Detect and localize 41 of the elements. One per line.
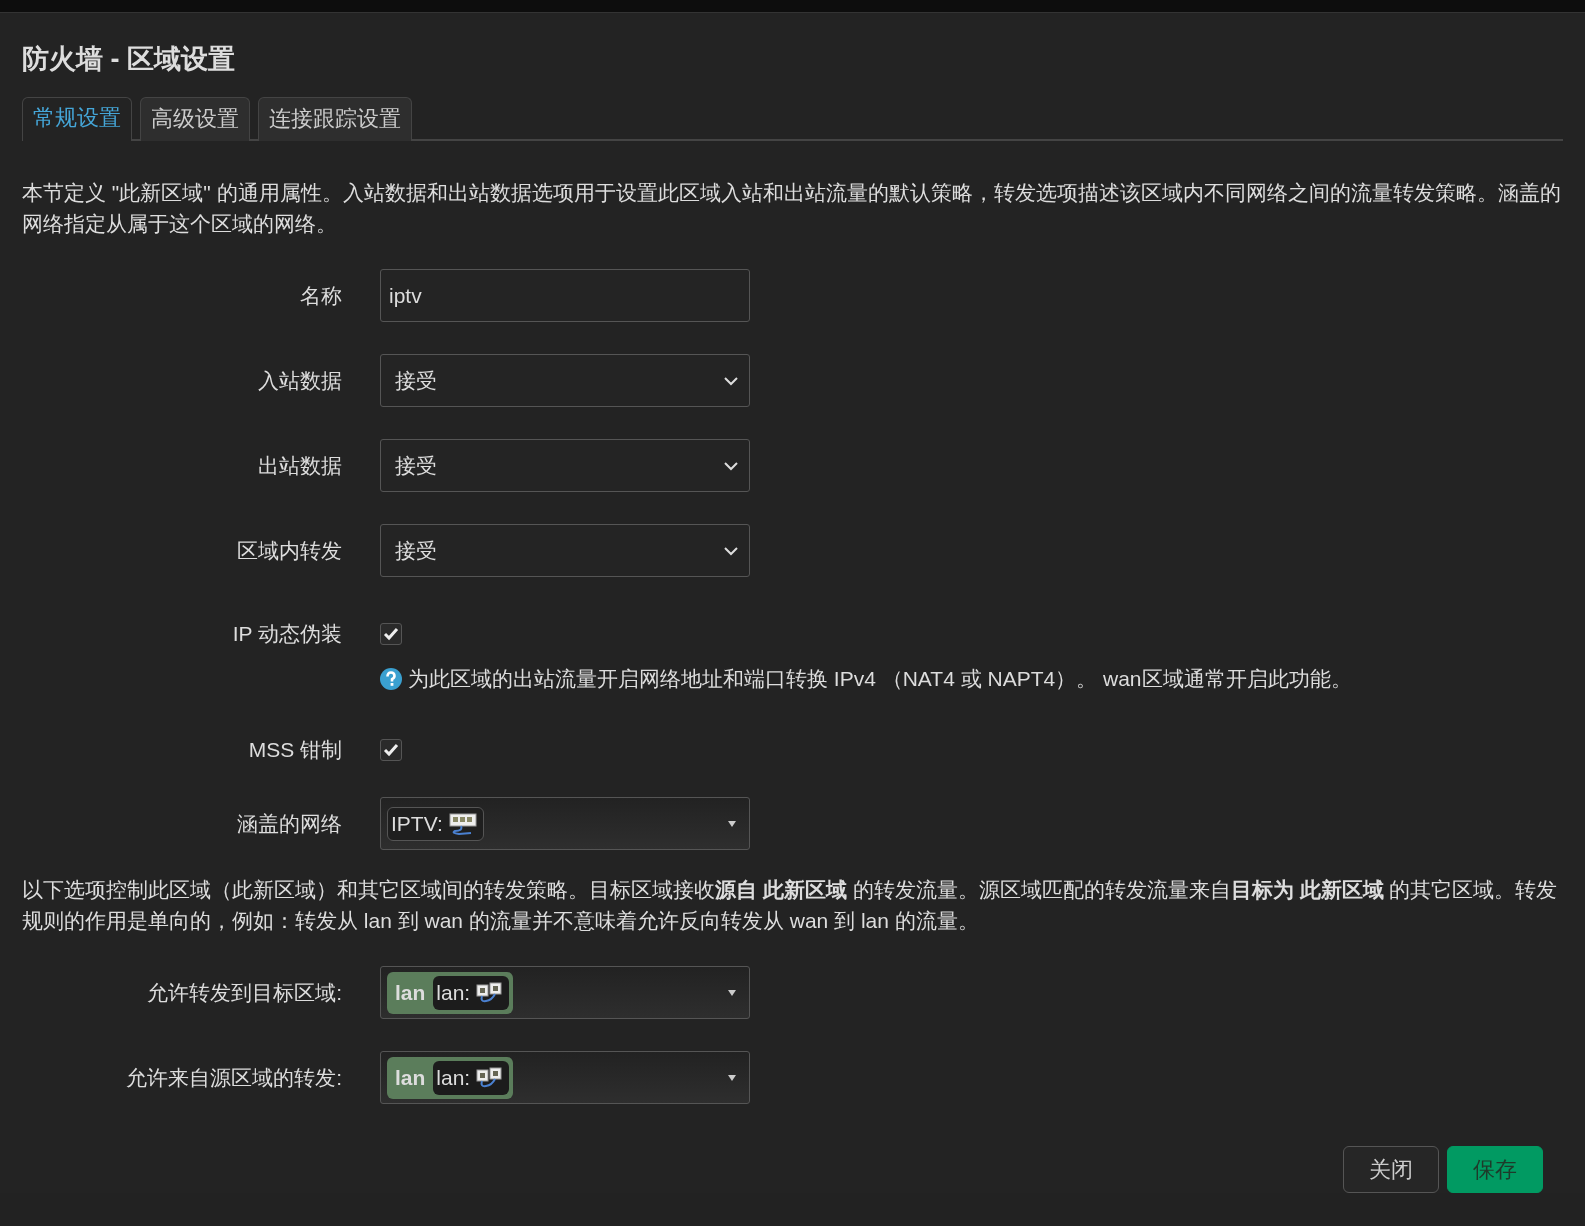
zone-name: lan: [395, 980, 426, 1005]
network-name: lan:: [436, 1065, 471, 1090]
network-ports-icon: [476, 981, 504, 1004]
field-label: IP 动态伪装: [231, 621, 342, 647]
section-description: 本节定义 "此新区域" 的通用属性。入站数据和出站数据选项用于设置此区域入站和出站流量的默认策略，转发选项描述该区域内不同网络之间的流量转发策略。涵盖的网络指定从属于这个区域的网络。: [22, 180, 1562, 237]
zone-dropdown[interactable]: lan lan:: [380, 1051, 750, 1104]
dropdown-arrow-icon: [727, 818, 737, 829]
tab[interactable]: 连接跟踪设置: [258, 97, 412, 141]
field-label: 出站数据: [257, 453, 342, 479]
close-button[interactable]: 关闭: [1343, 1146, 1439, 1193]
field-label: 涵盖的网络: [236, 811, 342, 837]
checkbox[interactable]: [380, 623, 402, 645]
network-name: lan:: [436, 980, 471, 1005]
field-label: 允许来自源区域的转发:: [125, 1065, 342, 1091]
field-label: 区域内转发: [236, 538, 342, 564]
help-icon: [380, 668, 402, 690]
chevron-down-icon: [723, 375, 739, 386]
dropdown-arrow-icon: [727, 1072, 737, 1083]
network-name: IPTV:: [391, 811, 443, 836]
help-text: 为此区域的出站流量开启网络地址和端口转换 IPv4 （NAT4 或 NAPT4）。 wan区域通常开启此功能。: [408, 666, 1352, 692]
dropdown[interactable]: 接受: [380, 354, 750, 407]
tab[interactable]: 高级设置: [140, 97, 250, 141]
field-label: 入站数据: [257, 368, 342, 394]
dropdown-arrow-icon: [727, 987, 737, 998]
dropdown[interactable]: 接受: [380, 439, 750, 492]
network-ports-icon: [476, 1066, 504, 1089]
network-dropdown[interactable]: IPTV:: [380, 797, 750, 850]
field-label: MSS 钳制: [247, 737, 342, 763]
field-label: 名称: [299, 283, 342, 309]
forwarding-description: 以下选项控制此区域（此新区域）和其它区域间的转发策略。目标区域接收源自 此新区域 的转发流量。源区域匹配的转发流量来自目标为 此新区域 的其它区域。转发规则的作用是单向的，例如：转发从 lan 到 wan 的流量并不意味着允许反向转发从 wan 到 lan 的流量。: [22, 877, 1559, 934]
tab[interactable]: 常规设置: [22, 97, 132, 141]
text-input[interactable]: iptv: [380, 269, 750, 322]
dialog-title: 防火墙 - 区域设置: [22, 43, 236, 76]
zone-dropdown[interactable]: lan lan:: [380, 966, 750, 1019]
checkbox[interactable]: [380, 739, 402, 761]
chevron-down-icon: [723, 460, 739, 471]
dropdown[interactable]: 接受: [380, 524, 750, 577]
network-port-icon: [448, 812, 477, 835]
zone-name: lan: [395, 1065, 426, 1090]
field-label: 允许转发到目标区域:: [146, 980, 342, 1006]
chevron-down-icon: [723, 545, 739, 556]
